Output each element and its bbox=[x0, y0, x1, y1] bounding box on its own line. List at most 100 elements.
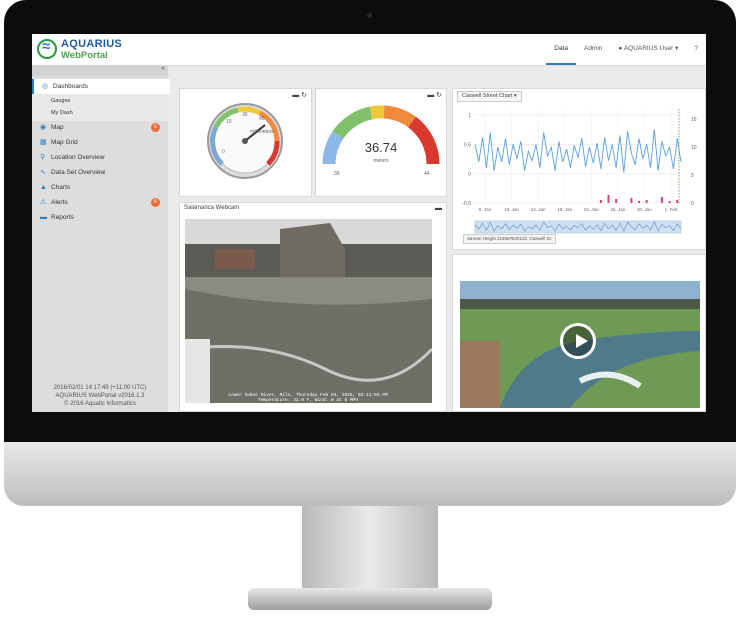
play-icon[interactable] bbox=[560, 323, 596, 359]
top-nav: Data Admin ● AQUARIUS User ▾ ? bbox=[546, 34, 706, 65]
user-icon: ● bbox=[618, 45, 623, 52]
series-bar bbox=[676, 200, 679, 203]
user-label: AQUARIUS User ▾ bbox=[623, 45, 679, 52]
grid-icon: ▦ bbox=[40, 139, 47, 146]
series-bar bbox=[645, 200, 648, 203]
series-bar bbox=[638, 201, 641, 203]
footer-copyright: © 2016 Aquatic Informatics bbox=[64, 401, 136, 407]
panel-tools[interactable]: ▬ bbox=[435, 205, 442, 212]
series-bar bbox=[660, 197, 663, 203]
chart-select[interactable]: Caswell Street Chart ▾ bbox=[457, 91, 522, 102]
sidebar-item-label: Map Grid bbox=[51, 139, 78, 146]
nav-data[interactable]: Data bbox=[546, 34, 576, 65]
collapse-icon: « bbox=[161, 65, 165, 72]
series-line bbox=[474, 129, 682, 173]
x-tick-label: 14. Jan bbox=[531, 207, 546, 212]
sidebar-item-data-set-overview[interactable]: ∿ Data Set Overview bbox=[32, 165, 168, 180]
sidebar-item-map[interactable]: ◉ Map 6 bbox=[32, 120, 168, 135]
gauge-panel-1: ▬ ↻ millimeters 0 15 30 45 bbox=[179, 88, 312, 197]
x-tick-label: 10. Jan bbox=[504, 207, 519, 212]
webcam-panel: Salamanca Webcam ▬ Lower Sebec River, Mi… bbox=[179, 202, 447, 412]
sidebar-item-alerts[interactable]: ⚠ Alerts 6 bbox=[32, 195, 168, 210]
gauge-unit: meters bbox=[373, 158, 389, 164]
series-bar bbox=[615, 199, 618, 203]
dashboard-icon: ◎ bbox=[42, 83, 49, 90]
camera-dot bbox=[367, 13, 372, 18]
chart-panel: Caswell Street Chart ▾ 1 0.5 0 -0.5 15 10 5 0 6.… bbox=[452, 88, 706, 250]
alerts-badge: 6 bbox=[151, 198, 160, 207]
panel-tools[interactable]: ▬ ↻ bbox=[427, 91, 442, 99]
video-panel bbox=[452, 254, 706, 412]
sidebar-collapse[interactable]: « bbox=[32, 65, 168, 76]
y-tick-label: 0 bbox=[468, 172, 471, 178]
monitor-foot bbox=[248, 588, 492, 610]
y2-tick-label: 5 bbox=[691, 173, 694, 179]
chart-line-icon: ∿ bbox=[40, 169, 46, 176]
series-bar bbox=[599, 200, 602, 203]
x-tick-label: 18. Jan bbox=[557, 207, 572, 212]
y2-tick-label: 15 bbox=[691, 117, 697, 123]
gauge-unit: millimeters bbox=[250, 129, 274, 135]
sidebar-item-my-dash[interactable]: My Dash bbox=[32, 106, 168, 121]
y-tick-label: -0.5 bbox=[462, 201, 471, 207]
sidebar-item-label: Location Overview bbox=[51, 154, 105, 161]
webcam-caption-2: Temperature: 32.0 F, Wind: W at 8 MPH bbox=[258, 397, 358, 403]
gauge-tick: 30 bbox=[242, 112, 248, 118]
monitor-chin bbox=[4, 442, 736, 506]
nav-admin[interactable]: Admin bbox=[576, 34, 610, 65]
sidebar-item-label: Charts bbox=[51, 184, 71, 191]
x-tick-label: 1. Feb bbox=[665, 207, 678, 212]
sidebar-footer: 2016/02/01 14:17:49 (+11:00 UTC) AQUARIU… bbox=[32, 384, 168, 408]
sidebar-item-label: Dashboards bbox=[53, 83, 89, 90]
sidebar-item-label: Alerts bbox=[51, 199, 68, 206]
sidebar-item-label: Map bbox=[51, 124, 64, 131]
y2-tick-label: 10 bbox=[691, 145, 697, 151]
video-thumbnail[interactable] bbox=[460, 281, 700, 408]
warning-icon: ⚠ bbox=[40, 199, 47, 206]
gauge-panel-2: ▬ ↻ 36.74 meters 36 44 bbox=[315, 88, 447, 197]
chart-area-icon: ▲ bbox=[40, 184, 47, 191]
sidebar-item-reports[interactable]: ▬ Reports bbox=[32, 210, 168, 225]
sidebar-item-label: Reports bbox=[51, 214, 74, 221]
top-bar: AQUARIUS WebPortal Data Admin ● AQUARIUS… bbox=[32, 34, 706, 66]
series-bar bbox=[607, 195, 610, 203]
nav-user-menu[interactable]: ● AQUARIUS User ▾ bbox=[610, 34, 686, 65]
app-screen: AQUARIUS WebPortal Data Admin ● AQUARIUS… bbox=[32, 34, 706, 412]
gauge-tick: 0 bbox=[222, 149, 225, 155]
monitor-stand bbox=[302, 506, 438, 598]
x-tick-label: 22. Jan bbox=[584, 207, 599, 212]
logo[interactable]: AQUARIUS WebPortal bbox=[37, 38, 125, 62]
x-tick-label: 30. Jan bbox=[637, 207, 652, 212]
y-tick-label: 0.5 bbox=[464, 142, 471, 148]
sidebar-item-location-overview[interactable]: ⚲ Location Overview bbox=[32, 150, 168, 165]
gauge-tick: 45 bbox=[259, 116, 265, 122]
sidebar-item-label: My Dash bbox=[51, 110, 73, 116]
panel-tools[interactable]: ▬ ↻ bbox=[292, 91, 307, 99]
aquarius-logo-icon bbox=[37, 38, 57, 59]
logo-title: AQUARIUS bbox=[61, 38, 123, 50]
sidebar-item-dashboards[interactable]: ◎ Dashboards bbox=[32, 79, 170, 94]
map-badge: 6 bbox=[151, 123, 160, 132]
chart-legend[interactable]: Stream Height 21555#540132, Caswell St. bbox=[463, 234, 557, 244]
sidebar-item-charts[interactable]: ▲ Charts bbox=[32, 180, 168, 195]
timeseries-chart[interactable]: 1 0.5 0 -0.5 15 10 5 0 6. Jan 10. Jan 14. Jan 18. J… bbox=[453, 103, 705, 253]
footer-timestamp: 2016/02/01 14:17:49 (+11:00 UTC) bbox=[53, 385, 147, 391]
x-tick-label: 26. Jan bbox=[610, 207, 625, 212]
footer-version: AQUARIUS WebPortal v2016.1.3 bbox=[55, 393, 145, 399]
sidebar-item-label: Data Set Overview bbox=[51, 169, 106, 176]
help-icon[interactable]: ? bbox=[686, 34, 706, 65]
webcam-title: Salamanca Webcam bbox=[184, 205, 240, 211]
book-icon: ▬ bbox=[40, 214, 47, 221]
marker-icon: ⚲ bbox=[40, 154, 46, 161]
globe-icon: ◉ bbox=[40, 124, 47, 131]
sidebar-item-map-grid[interactable]: ▦ Map Grid bbox=[32, 135, 168, 150]
gauge-tick: 15 bbox=[226, 119, 232, 125]
series-bar bbox=[668, 201, 671, 203]
series-bar bbox=[630, 198, 633, 203]
logo-subtitle: WebPortal bbox=[61, 50, 108, 61]
y-tick-label: 1 bbox=[468, 113, 471, 119]
webcam-image: Lower Sebec River, Milo, Thursday Feb 04… bbox=[185, 219, 432, 403]
gauge-min: 36 bbox=[334, 171, 340, 177]
gauge-value: 36.74 bbox=[365, 140, 398, 155]
analog-gauge: millimeters 0 15 30 45 bbox=[207, 103, 283, 179]
